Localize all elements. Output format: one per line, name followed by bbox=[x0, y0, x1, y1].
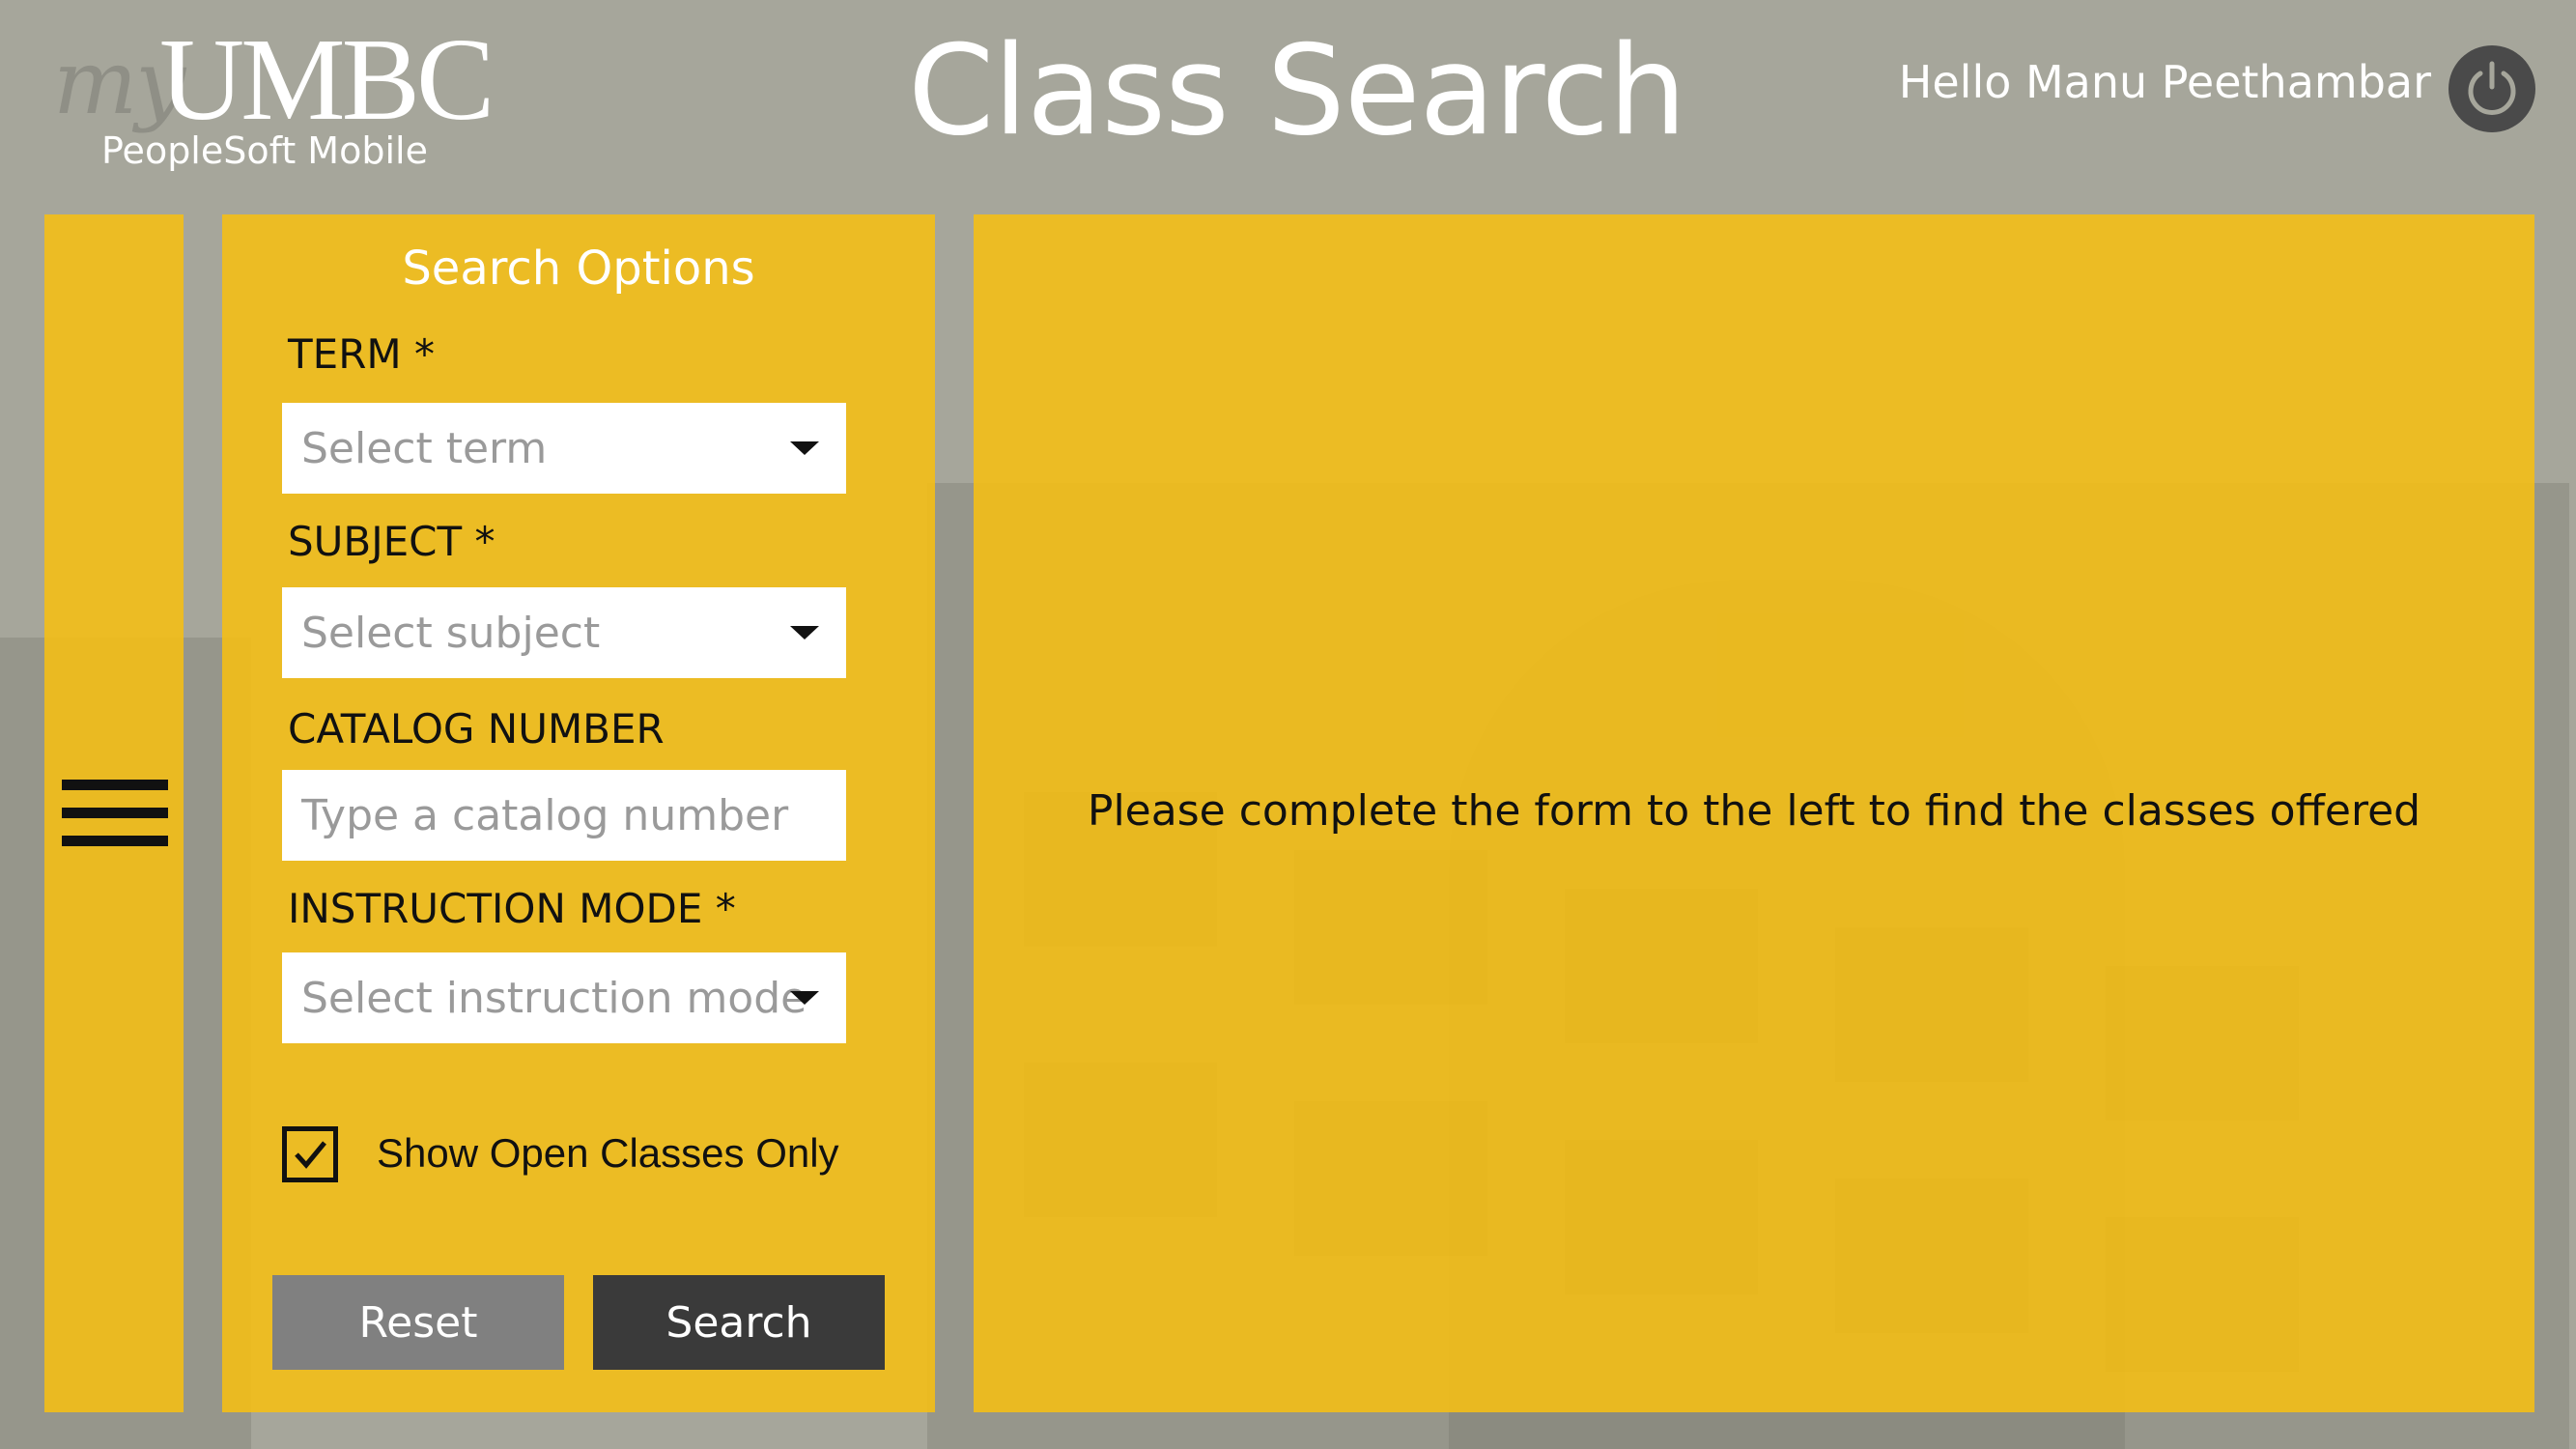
catalog-number-label: CATALOG NUMBER bbox=[288, 705, 665, 753]
page-title: Class Search bbox=[908, 19, 1686, 163]
user-greeting: Hello Manu Peethambar bbox=[1898, 56, 2431, 108]
logout-button[interactable] bbox=[2449, 45, 2535, 132]
hamburger-menu-icon[interactable] bbox=[62, 780, 168, 847]
chevron-down-icon bbox=[790, 626, 819, 639]
chevron-down-icon bbox=[790, 991, 819, 1005]
reset-button[interactable]: Reset bbox=[272, 1275, 564, 1370]
term-placeholder: Select term bbox=[301, 423, 548, 473]
subject-select[interactable]: Select subject bbox=[282, 587, 846, 678]
logo-subtitle: PeopleSoft Mobile bbox=[101, 129, 428, 172]
subject-placeholder: Select subject bbox=[301, 608, 601, 658]
chevron-down-icon bbox=[790, 441, 819, 455]
catalog-number-field[interactable] bbox=[282, 770, 846, 861]
search-options-panel: Search Options TERM * Select term SUBJEC… bbox=[222, 214, 935, 1412]
open-classes-label: Show Open Classes Only bbox=[377, 1130, 839, 1176]
open-classes-checkbox[interactable] bbox=[282, 1126, 338, 1182]
menu-sidebar bbox=[44, 214, 184, 1412]
instruction-mode-select[interactable]: Select instruction mode bbox=[282, 952, 846, 1043]
term-select[interactable]: Select term bbox=[282, 403, 846, 494]
checkmark-icon bbox=[295, 1141, 326, 1169]
search-options-heading: Search Options bbox=[402, 242, 755, 296]
instruction-mode-placeholder: Select instruction mode bbox=[301, 973, 807, 1023]
results-panel: Please complete the form to the left to … bbox=[974, 214, 2534, 1412]
myumbc-logo: my UMBC PeopleSoft Mobile bbox=[53, 14, 495, 176]
power-icon bbox=[2468, 61, 2516, 115]
instruction-mode-label: INSTRUCTION MODE * bbox=[288, 885, 736, 932]
search-button[interactable]: Search bbox=[593, 1275, 885, 1370]
term-label: TERM * bbox=[288, 330, 435, 378]
results-empty-message: Please complete the form to the left to … bbox=[1087, 786, 2421, 836]
catalog-number-input[interactable] bbox=[301, 770, 846, 861]
subject-label: SUBJECT * bbox=[288, 518, 495, 565]
logo-umbc-text: UMBC bbox=[159, 14, 495, 145]
